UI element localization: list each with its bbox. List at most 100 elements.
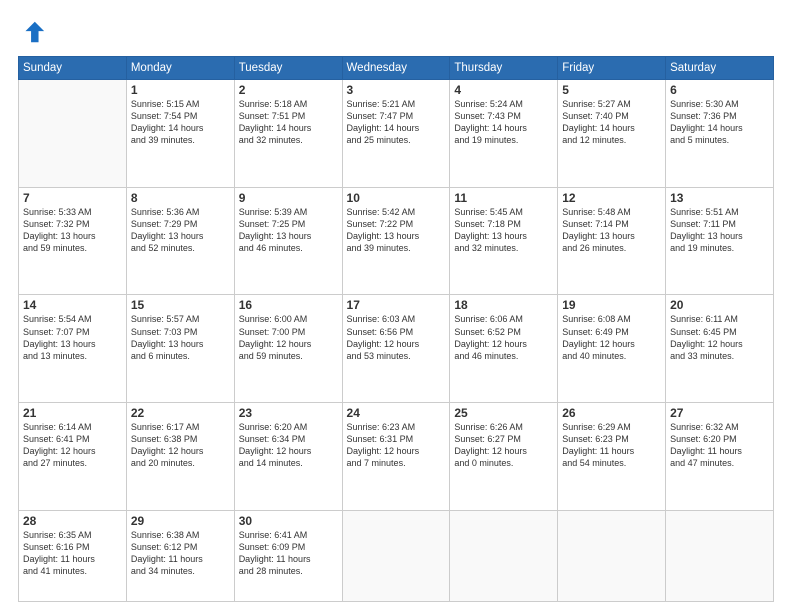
cell-text: Sunrise: 6:11 AM Sunset: 6:45 PM Dayligh… <box>670 313 769 362</box>
calendar-week-row: 7Sunrise: 5:33 AM Sunset: 7:32 PM Daylig… <box>19 187 774 295</box>
calendar-cell: 17Sunrise: 6:03 AM Sunset: 6:56 PM Dayli… <box>342 295 450 403</box>
day-number: 5 <box>562 83 661 97</box>
cell-text: Sunrise: 5:18 AM Sunset: 7:51 PM Dayligh… <box>239 98 338 147</box>
day-number: 14 <box>23 298 122 312</box>
calendar-cell: 4Sunrise: 5:24 AM Sunset: 7:43 PM Daylig… <box>450 80 558 188</box>
day-number: 9 <box>239 191 338 205</box>
day-header-wednesday: Wednesday <box>342 57 450 80</box>
cell-text: Sunrise: 6:00 AM Sunset: 7:00 PM Dayligh… <box>239 313 338 362</box>
cell-text: Sunrise: 6:41 AM Sunset: 6:09 PM Dayligh… <box>239 529 338 578</box>
calendar-cell <box>558 510 666 601</box>
day-number: 6 <box>670 83 769 97</box>
calendar-cell: 20Sunrise: 6:11 AM Sunset: 6:45 PM Dayli… <box>666 295 774 403</box>
calendar-cell: 25Sunrise: 6:26 AM Sunset: 6:27 PM Dayli… <box>450 403 558 511</box>
header <box>18 18 774 46</box>
logo-icon <box>18 18 46 46</box>
cell-text: Sunrise: 5:15 AM Sunset: 7:54 PM Dayligh… <box>131 98 230 147</box>
calendar-week-row: 1Sunrise: 5:15 AM Sunset: 7:54 PM Daylig… <box>19 80 774 188</box>
cell-text: Sunrise: 6:29 AM Sunset: 6:23 PM Dayligh… <box>562 421 661 470</box>
cell-text: Sunrise: 5:51 AM Sunset: 7:11 PM Dayligh… <box>670 206 769 255</box>
calendar-cell <box>666 510 774 601</box>
cell-text: Sunrise: 5:21 AM Sunset: 7:47 PM Dayligh… <box>347 98 446 147</box>
day-number: 19 <box>562 298 661 312</box>
day-number: 16 <box>239 298 338 312</box>
cell-text: Sunrise: 5:27 AM Sunset: 7:40 PM Dayligh… <box>562 98 661 147</box>
cell-text: Sunrise: 5:30 AM Sunset: 7:36 PM Dayligh… <box>670 98 769 147</box>
calendar-cell: 28Sunrise: 6:35 AM Sunset: 6:16 PM Dayli… <box>19 510 127 601</box>
day-number: 3 <box>347 83 446 97</box>
day-number: 11 <box>454 191 553 205</box>
day-number: 24 <box>347 406 446 420</box>
cell-text: Sunrise: 5:54 AM Sunset: 7:07 PM Dayligh… <box>23 313 122 362</box>
day-number: 20 <box>670 298 769 312</box>
day-number: 8 <box>131 191 230 205</box>
day-number: 7 <box>23 191 122 205</box>
day-number: 28 <box>23 514 122 528</box>
day-number: 22 <box>131 406 230 420</box>
cell-text: Sunrise: 5:36 AM Sunset: 7:29 PM Dayligh… <box>131 206 230 255</box>
cell-text: Sunrise: 6:32 AM Sunset: 6:20 PM Dayligh… <box>670 421 769 470</box>
day-number: 21 <box>23 406 122 420</box>
calendar-cell: 5Sunrise: 5:27 AM Sunset: 7:40 PM Daylig… <box>558 80 666 188</box>
calendar-cell: 9Sunrise: 5:39 AM Sunset: 7:25 PM Daylig… <box>234 187 342 295</box>
calendar-cell: 24Sunrise: 6:23 AM Sunset: 6:31 PM Dayli… <box>342 403 450 511</box>
day-header-thursday: Thursday <box>450 57 558 80</box>
day-number: 13 <box>670 191 769 205</box>
cell-text: Sunrise: 5:39 AM Sunset: 7:25 PM Dayligh… <box>239 206 338 255</box>
cell-text: Sunrise: 5:42 AM Sunset: 7:22 PM Dayligh… <box>347 206 446 255</box>
calendar-cell: 13Sunrise: 5:51 AM Sunset: 7:11 PM Dayli… <box>666 187 774 295</box>
calendar-cell: 16Sunrise: 6:00 AM Sunset: 7:00 PM Dayli… <box>234 295 342 403</box>
cell-text: Sunrise: 6:23 AM Sunset: 6:31 PM Dayligh… <box>347 421 446 470</box>
calendar-header-row: SundayMondayTuesdayWednesdayThursdayFrid… <box>19 57 774 80</box>
calendar-cell: 30Sunrise: 6:41 AM Sunset: 6:09 PM Dayli… <box>234 510 342 601</box>
cell-text: Sunrise: 5:33 AM Sunset: 7:32 PM Dayligh… <box>23 206 122 255</box>
day-header-monday: Monday <box>126 57 234 80</box>
calendar-cell: 12Sunrise: 5:48 AM Sunset: 7:14 PM Dayli… <box>558 187 666 295</box>
cell-text: Sunrise: 6:26 AM Sunset: 6:27 PM Dayligh… <box>454 421 553 470</box>
page: SundayMondayTuesdayWednesdayThursdayFrid… <box>0 0 792 612</box>
cell-text: Sunrise: 5:45 AM Sunset: 7:18 PM Dayligh… <box>454 206 553 255</box>
calendar-cell: 2Sunrise: 5:18 AM Sunset: 7:51 PM Daylig… <box>234 80 342 188</box>
calendar-cell: 10Sunrise: 5:42 AM Sunset: 7:22 PM Dayli… <box>342 187 450 295</box>
cell-text: Sunrise: 5:24 AM Sunset: 7:43 PM Dayligh… <box>454 98 553 147</box>
day-number: 4 <box>454 83 553 97</box>
calendar-cell: 23Sunrise: 6:20 AM Sunset: 6:34 PM Dayli… <box>234 403 342 511</box>
calendar-cell: 3Sunrise: 5:21 AM Sunset: 7:47 PM Daylig… <box>342 80 450 188</box>
calendar-cell: 7Sunrise: 5:33 AM Sunset: 7:32 PM Daylig… <box>19 187 127 295</box>
cell-text: Sunrise: 6:06 AM Sunset: 6:52 PM Dayligh… <box>454 313 553 362</box>
calendar-cell: 15Sunrise: 5:57 AM Sunset: 7:03 PM Dayli… <box>126 295 234 403</box>
day-number: 27 <box>670 406 769 420</box>
day-number: 10 <box>347 191 446 205</box>
calendar-cell: 27Sunrise: 6:32 AM Sunset: 6:20 PM Dayli… <box>666 403 774 511</box>
cell-text: Sunrise: 6:14 AM Sunset: 6:41 PM Dayligh… <box>23 421 122 470</box>
calendar-table: SundayMondayTuesdayWednesdayThursdayFrid… <box>18 56 774 602</box>
logo <box>18 18 50 46</box>
day-number: 30 <box>239 514 338 528</box>
day-number: 25 <box>454 406 553 420</box>
calendar-cell: 22Sunrise: 6:17 AM Sunset: 6:38 PM Dayli… <box>126 403 234 511</box>
day-number: 1 <box>131 83 230 97</box>
calendar-week-row: 21Sunrise: 6:14 AM Sunset: 6:41 PM Dayli… <box>19 403 774 511</box>
day-number: 26 <box>562 406 661 420</box>
day-header-saturday: Saturday <box>666 57 774 80</box>
day-number: 23 <box>239 406 338 420</box>
calendar-cell <box>19 80 127 188</box>
calendar-week-row: 28Sunrise: 6:35 AM Sunset: 6:16 PM Dayli… <box>19 510 774 601</box>
calendar-cell: 18Sunrise: 6:06 AM Sunset: 6:52 PM Dayli… <box>450 295 558 403</box>
day-header-tuesday: Tuesday <box>234 57 342 80</box>
day-number: 2 <box>239 83 338 97</box>
calendar-cell: 26Sunrise: 6:29 AM Sunset: 6:23 PM Dayli… <box>558 403 666 511</box>
calendar-week-row: 14Sunrise: 5:54 AM Sunset: 7:07 PM Dayli… <box>19 295 774 403</box>
day-number: 29 <box>131 514 230 528</box>
calendar-cell: 1Sunrise: 5:15 AM Sunset: 7:54 PM Daylig… <box>126 80 234 188</box>
calendar-cell: 19Sunrise: 6:08 AM Sunset: 6:49 PM Dayli… <box>558 295 666 403</box>
cell-text: Sunrise: 5:57 AM Sunset: 7:03 PM Dayligh… <box>131 313 230 362</box>
cell-text: Sunrise: 6:17 AM Sunset: 6:38 PM Dayligh… <box>131 421 230 470</box>
day-header-friday: Friday <box>558 57 666 80</box>
cell-text: Sunrise: 6:38 AM Sunset: 6:12 PM Dayligh… <box>131 529 230 578</box>
cell-text: Sunrise: 6:03 AM Sunset: 6:56 PM Dayligh… <box>347 313 446 362</box>
calendar-cell <box>450 510 558 601</box>
calendar-cell: 14Sunrise: 5:54 AM Sunset: 7:07 PM Dayli… <box>19 295 127 403</box>
day-number: 17 <box>347 298 446 312</box>
day-number: 15 <box>131 298 230 312</box>
